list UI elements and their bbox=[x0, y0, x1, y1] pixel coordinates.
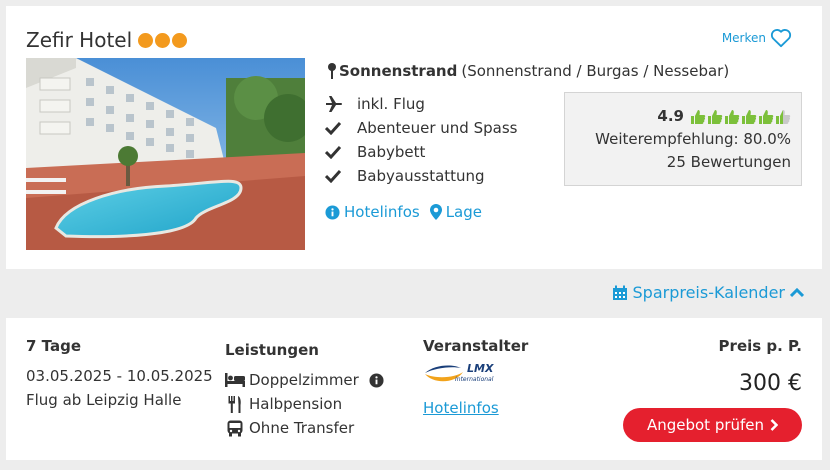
thumbs-rating bbox=[690, 109, 791, 125]
hotel-links: Hotelinfos Lage bbox=[325, 203, 482, 221]
category-dot bbox=[155, 32, 171, 48]
check-icon bbox=[325, 169, 357, 183]
hotel-name[interactable]: Zefir Hotel bbox=[26, 28, 132, 52]
feature-item: inkl. Flug bbox=[325, 92, 517, 116]
chevron-right-icon bbox=[770, 419, 779, 431]
hotelinfos-label: Hotelinfos bbox=[344, 203, 420, 221]
info-icon bbox=[325, 204, 340, 220]
price-value: 300 € bbox=[739, 371, 802, 396]
merken-label: Merken bbox=[721, 31, 766, 45]
check-icon bbox=[325, 121, 357, 135]
category-dot bbox=[138, 32, 154, 48]
thumbs-up-icon bbox=[708, 109, 723, 124]
plane-icon bbox=[325, 95, 357, 113]
hotel-location: Sonnenstrand (Sonnenstrand / Burgas / Ne… bbox=[325, 62, 729, 80]
sparpreis-label: Sparpreis-Kalender bbox=[632, 283, 786, 302]
hotel-title[interactable]: Zefir Hotel bbox=[26, 28, 188, 52]
thumbs-up-icon bbox=[742, 109, 757, 124]
heart-icon bbox=[770, 29, 792, 48]
veranstalter-title: Veranstalter bbox=[423, 337, 529, 355]
thumbs-up-icon bbox=[759, 109, 774, 124]
cutlery-icon bbox=[225, 395, 245, 413]
board-row: Halbpension bbox=[225, 392, 384, 416]
leistungen-title: Leistungen bbox=[225, 341, 319, 359]
feature-item: Babyausstattung bbox=[325, 164, 517, 188]
rating-box[interactable]: 4.9 Weiterempfehlung: 80.0% 25 Bewertung… bbox=[564, 92, 802, 186]
chevron-up-icon bbox=[790, 287, 804, 297]
thumbs-up-icon bbox=[725, 109, 740, 124]
thumbs-up-icon bbox=[776, 109, 791, 124]
hotel-category-dots bbox=[138, 32, 188, 48]
feature-label: Abenteuer und Spass bbox=[357, 119, 518, 137]
transfer-type: Ohne Transfer bbox=[249, 419, 355, 437]
review-count: 25 Bewertungen bbox=[666, 153, 791, 171]
recommendation-text: Weiterempfehlung: 80.0% bbox=[595, 130, 791, 148]
feature-item: Abenteuer und Spass bbox=[325, 116, 517, 140]
hotel-photo bbox=[26, 58, 305, 250]
room-row: Doppelzimmer bbox=[225, 368, 384, 392]
angebot-pruefen-label: Angebot prüfen bbox=[646, 416, 765, 434]
map-pin-icon bbox=[429, 204, 442, 220]
rating-score: 4.9 bbox=[657, 107, 684, 125]
offer-row: 7 Tage 03.05.2025 - 10.05.2025 Flug ab L… bbox=[6, 318, 822, 460]
check-icon bbox=[325, 145, 357, 159]
thumbs-up-icon bbox=[691, 109, 706, 124]
hotel-image[interactable] bbox=[26, 58, 305, 250]
angebot-pruefen-button[interactable]: Angebot prüfen bbox=[623, 408, 802, 442]
feature-item: Babybett bbox=[325, 140, 517, 164]
feature-label: Babybett bbox=[357, 143, 426, 161]
veranstalter-logo-subtext: International bbox=[455, 376, 494, 383]
sparpreis-kalender-toggle[interactable]: Sparpreis-Kalender bbox=[612, 283, 804, 302]
lage-link[interactable]: Lage bbox=[429, 203, 482, 221]
room-type: Doppelzimmer bbox=[249, 371, 359, 389]
veranstalter-logo-text: LMX bbox=[467, 362, 494, 375]
board-type: Halbpension bbox=[249, 395, 343, 413]
calendar-icon bbox=[612, 285, 627, 300]
price-title: Preis p. P. bbox=[718, 337, 802, 355]
offer-travel-info: 7 Tage 03.05.2025 - 10.05.2025 Flug ab L… bbox=[26, 334, 213, 412]
hotelinfos-link[interactable]: Hotelinfos bbox=[325, 203, 420, 221]
offer-leistungen: Leistungen Doppelzimmer Halbpension Ohne… bbox=[225, 338, 384, 440]
feature-label: Babyausstattung bbox=[357, 167, 485, 185]
feature-list: inkl. Flug Abenteuer und Spass Babybett … bbox=[325, 92, 517, 188]
map-pin-icon bbox=[328, 63, 336, 79]
rating-score-row: 4.9 bbox=[657, 105, 791, 128]
offer-price: Preis p. P. 300 € Angebot prüfen bbox=[623, 334, 802, 442]
bus-icon bbox=[225, 420, 245, 437]
bed-icon bbox=[225, 373, 245, 387]
merken-button[interactable]: Merken bbox=[722, 28, 792, 48]
veranstalter-hotelinfos-link[interactable]: Hotelinfos bbox=[423, 396, 528, 420]
category-dot bbox=[172, 32, 188, 48]
offer-dates: 03.05.2025 - 10.05.2025 bbox=[26, 367, 213, 385]
feature-label: inkl. Flug bbox=[357, 95, 425, 113]
location-detail: (Sonnenstrand / Burgas / Nessebar) bbox=[461, 62, 730, 80]
hotel-card: Zefir Hotel Merken Sonnenstrand (Sonnens… bbox=[6, 6, 822, 269]
transfer-row: Ohne Transfer bbox=[225, 416, 384, 440]
lage-label: Lage bbox=[445, 203, 482, 221]
location-region: Sonnenstrand bbox=[339, 62, 458, 80]
offer-flight: Flug ab Leipzig Halle bbox=[26, 391, 182, 409]
offer-veranstalter: Veranstalter LMX International Hotelinfo… bbox=[423, 334, 528, 420]
offer-duration: 7 Tage bbox=[26, 337, 81, 355]
info-icon[interactable] bbox=[369, 372, 384, 388]
veranstalter-logo: LMX International bbox=[423, 358, 528, 388]
